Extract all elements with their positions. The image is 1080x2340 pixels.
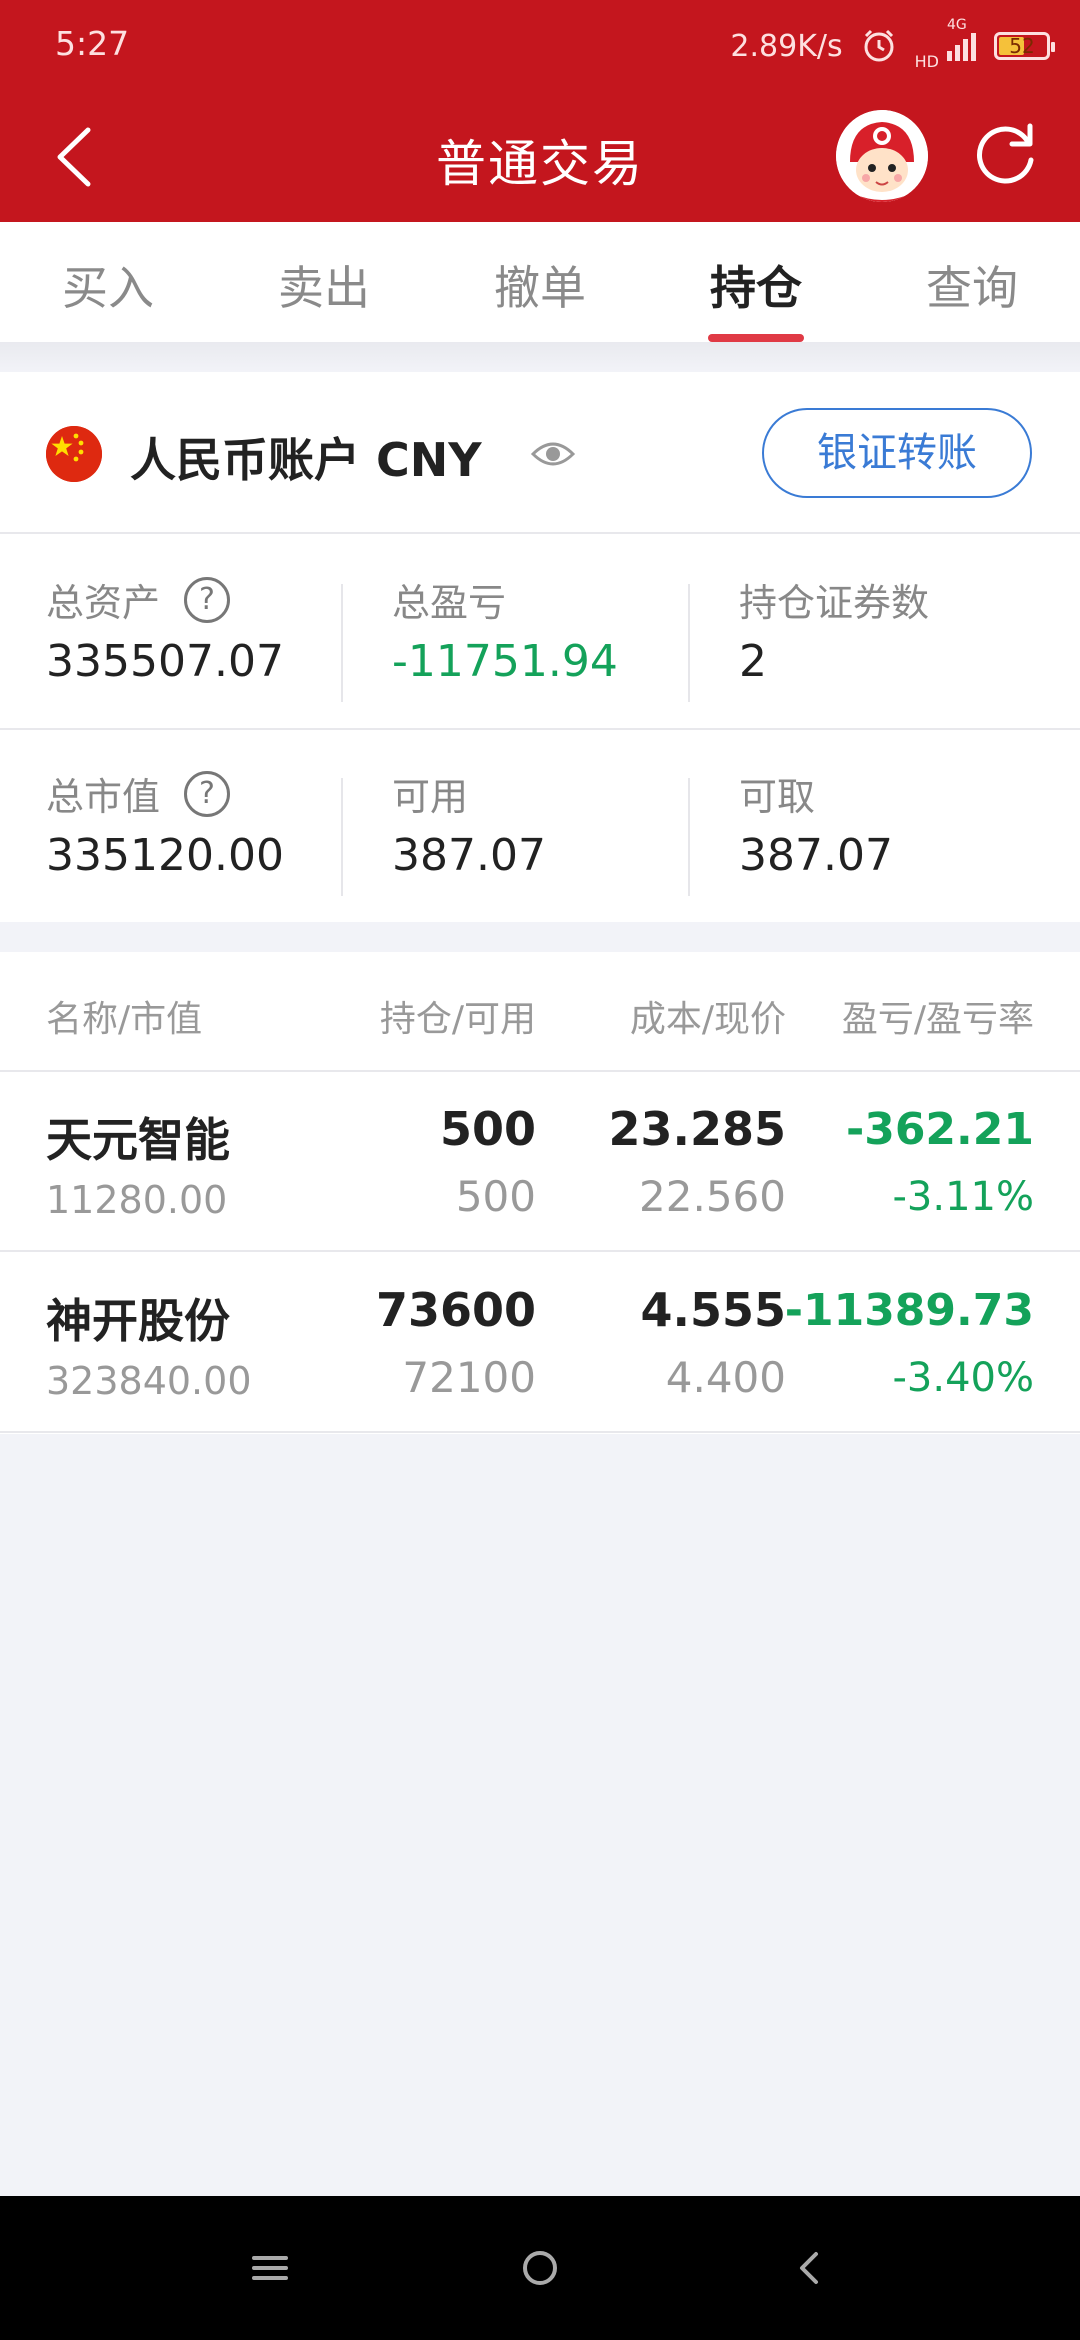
stock-available: 72100 xyxy=(402,1353,536,1402)
app-header: 5:27 2.89K/s HD 4G 52 普通交易 xyxy=(0,0,1080,222)
col-name-value: 名称/市值 xyxy=(46,999,203,1040)
holding-count-value: 2 xyxy=(739,636,767,687)
divider xyxy=(688,584,690,702)
back-icon[interactable] xyxy=(778,2236,842,2300)
total-assets-label: 总资产 xyxy=(46,581,161,625)
nav-bar: 普通交易 xyxy=(0,92,1080,222)
col-cost-price: 成本/现价 xyxy=(629,999,786,1040)
account-header: 人民币账户 CNY 银证转账 xyxy=(0,372,1080,534)
stock-position: 73600 xyxy=(375,1283,536,1337)
total-pl-label: 总盈亏 xyxy=(392,581,507,625)
holdings-header: 名称/市值 持仓/可用 成本/现价 盈亏/盈亏率 xyxy=(0,952,1080,1072)
stock-name: 神开股份 xyxy=(46,1294,230,1348)
eye-icon[interactable] xyxy=(530,436,576,472)
stock-name: 天元智能 xyxy=(46,1113,230,1167)
available-label: 可用 xyxy=(392,775,469,819)
stock-pl-rate: -3.40% xyxy=(892,1355,1034,1401)
stock-price: 4.400 xyxy=(665,1353,786,1402)
tabs-divider xyxy=(0,342,1080,372)
network-type: 4G xyxy=(947,17,967,33)
col-position-available: 持仓/可用 xyxy=(379,999,536,1040)
signal-icon: 4G xyxy=(947,17,976,61)
stock-cost: 23.285 xyxy=(608,1102,786,1156)
stock-market-value: 11280.00 xyxy=(46,1178,228,1222)
status-bar: 5:27 2.89K/s HD 4G 52 xyxy=(0,0,1080,92)
stock-pl-rate: -3.11% xyxy=(892,1174,1034,1220)
divider xyxy=(341,584,343,702)
stock-cost: 4.555 xyxy=(640,1283,786,1337)
stock-available: 500 xyxy=(455,1172,536,1221)
divider xyxy=(341,778,343,896)
help-icon[interactable]: ? xyxy=(184,576,231,623)
refresh-icon[interactable] xyxy=(968,118,1042,192)
tab-query[interactable]: 查询 xyxy=(864,222,1080,342)
stock-pl: -362.21 xyxy=(845,1104,1034,1155)
tab-cancel-order[interactable]: 撤单 xyxy=(432,222,648,342)
account-name: 人民币账户 CNY xyxy=(130,433,482,487)
home-icon[interactable] xyxy=(508,2236,572,2300)
account-card: 人民币账户 CNY 银证转账 总资产 ? 335507.07 总盈亏 -1175… xyxy=(0,372,1080,922)
withdrawable-label: 可取 xyxy=(739,775,816,819)
tab-positions[interactable]: 持仓 xyxy=(648,222,864,342)
stat-withdrawable: 可取 387.07 xyxy=(739,730,1080,924)
hd-label: HD xyxy=(914,52,939,71)
mascot-icon xyxy=(836,110,928,202)
tab-sell[interactable]: 卖出 xyxy=(216,222,432,342)
stats-row-1: 总资产 ? 335507.07 总盈亏 -11751.94 持仓证券数 2 xyxy=(0,536,1080,730)
holding-count-label: 持仓证券数 xyxy=(739,581,930,625)
stat-available: 可用 387.07 xyxy=(392,730,738,924)
tab-buy[interactable]: 买入 xyxy=(0,222,216,342)
battery-level: 52 xyxy=(1009,34,1035,58)
system-nav-bar xyxy=(0,2196,1080,2340)
bank-transfer-button[interactable]: 银证转账 xyxy=(762,408,1032,498)
battery-icon: 52 xyxy=(994,32,1055,60)
menu-icon[interactable] xyxy=(238,2236,302,2300)
alarm-icon xyxy=(864,29,894,62)
col-pl-rate: 盈亏/盈亏率 xyxy=(841,999,1034,1040)
status-time: 5:27 xyxy=(55,24,130,63)
help-icon[interactable]: ? xyxy=(184,770,231,817)
market-value-value: 335120.00 xyxy=(46,830,284,881)
divider xyxy=(688,778,690,896)
stat-total-pl: 总盈亏 -11751.94 xyxy=(392,536,738,730)
stats-row-2: 总市值 ? 335120.00 可用 387.07 可取 387.07 xyxy=(0,730,1080,924)
total-pl-value: -11751.94 xyxy=(392,636,618,687)
withdrawable-value: 387.07 xyxy=(739,830,893,881)
total-assets-value: 335507.07 xyxy=(46,636,284,687)
holdings-table: 名称/市值 持仓/可用 成本/现价 盈亏/盈亏率 天元智能 11280.00 5… xyxy=(0,952,1080,1434)
trade-tabs: 买入 卖出 撤单 持仓 查询 xyxy=(0,222,1080,342)
net-speed: 2.89K/s xyxy=(730,28,843,64)
cn-flag-icon xyxy=(46,426,102,482)
stock-price: 22.560 xyxy=(639,1172,786,1221)
market-value-label: 总市值 xyxy=(46,775,161,819)
table-row[interactable]: 神开股份 323840.00 73600 72100 4.555 4.400 -… xyxy=(0,1253,1080,1433)
table-row[interactable]: 天元智能 11280.00 500 500 23.285 22.560 -362… xyxy=(0,1072,1080,1252)
stock-market-value: 323840.00 xyxy=(46,1359,252,1403)
stock-position: 500 xyxy=(439,1102,536,1156)
stat-holding-count: 持仓证券数 2 xyxy=(739,536,1080,730)
stock-pl: -11389.73 xyxy=(784,1285,1034,1336)
available-value: 387.07 xyxy=(392,830,546,881)
avatar[interactable] xyxy=(836,110,928,202)
status-icons: 2.89K/s HD 4G 52 xyxy=(730,17,1055,71)
